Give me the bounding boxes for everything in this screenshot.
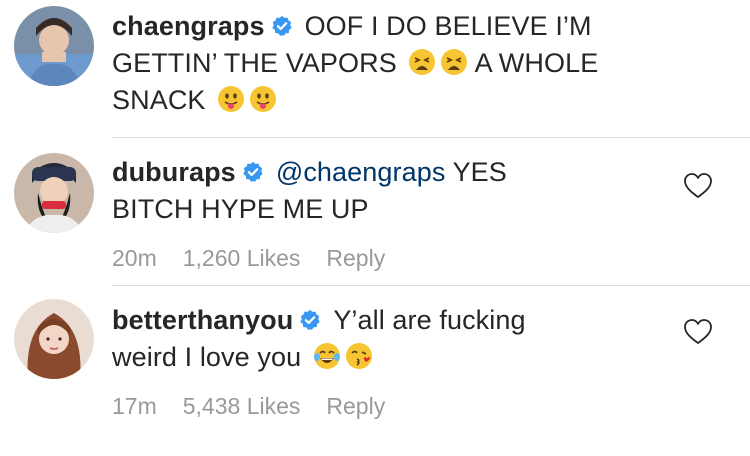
tongue-face-icon — [249, 85, 277, 113]
comment-body-cont: BITCH HYPE ME UP — [112, 194, 369, 224]
divider — [112, 137, 750, 138]
like-heart-icon[interactable] — [683, 318, 713, 346]
reply-button[interactable]: Reply — [326, 393, 385, 419]
comment-username[interactable]: duburaps — [112, 157, 236, 187]
avatar[interactable] — [14, 6, 94, 86]
comment-likes[interactable]: 1,260 Likes — [183, 245, 301, 271]
like-heart-icon[interactable] — [683, 172, 713, 200]
comment-text: betterthanyou Y’all are fucking weird I l… — [112, 302, 652, 376]
comment-likes[interactable]: 5,438 Likes — [183, 393, 301, 419]
tired-face-icon — [408, 48, 436, 76]
verified-badge-icon — [271, 15, 293, 37]
comment-time: 20m — [112, 245, 157, 271]
reply-button[interactable]: Reply — [326, 245, 385, 271]
mention-link[interactable]: @chaengraps — [276, 157, 446, 187]
comment-text: chaengraps OOF I DO BELIEVE I’M GETTIN’ T… — [112, 8, 652, 119]
divider — [112, 285, 750, 286]
comment-body-cont: weird I love you — [112, 342, 302, 372]
comment-username[interactable]: betterthanyou — [112, 305, 293, 335]
comment-body: YES — [452, 157, 507, 187]
comment-meta: 17m 5,438 Likes Reply — [112, 391, 411, 421]
comment-body-cont: SNACK — [112, 85, 206, 115]
tongue-face-icon — [217, 85, 245, 113]
tired-face-icon — [440, 48, 468, 76]
comment-username[interactable]: chaengraps — [112, 11, 265, 41]
comment-text: duburaps @chaengraps YES BITCH HYPE ME UP — [112, 154, 652, 228]
avatar[interactable] — [14, 153, 94, 233]
verified-badge-icon — [242, 161, 264, 183]
avatar[interactable] — [14, 299, 94, 379]
comment-meta: 20m 1,260 Likes Reply — [112, 243, 411, 273]
comment-time: 17m — [112, 393, 157, 419]
tears-of-joy-face-icon — [313, 342, 341, 370]
comment-body-cont: A WHOLE — [474, 48, 599, 78]
verified-badge-icon — [299, 309, 321, 331]
comment-body: Y’all are fucking — [333, 305, 526, 335]
kissing-face-icon — [345, 342, 373, 370]
